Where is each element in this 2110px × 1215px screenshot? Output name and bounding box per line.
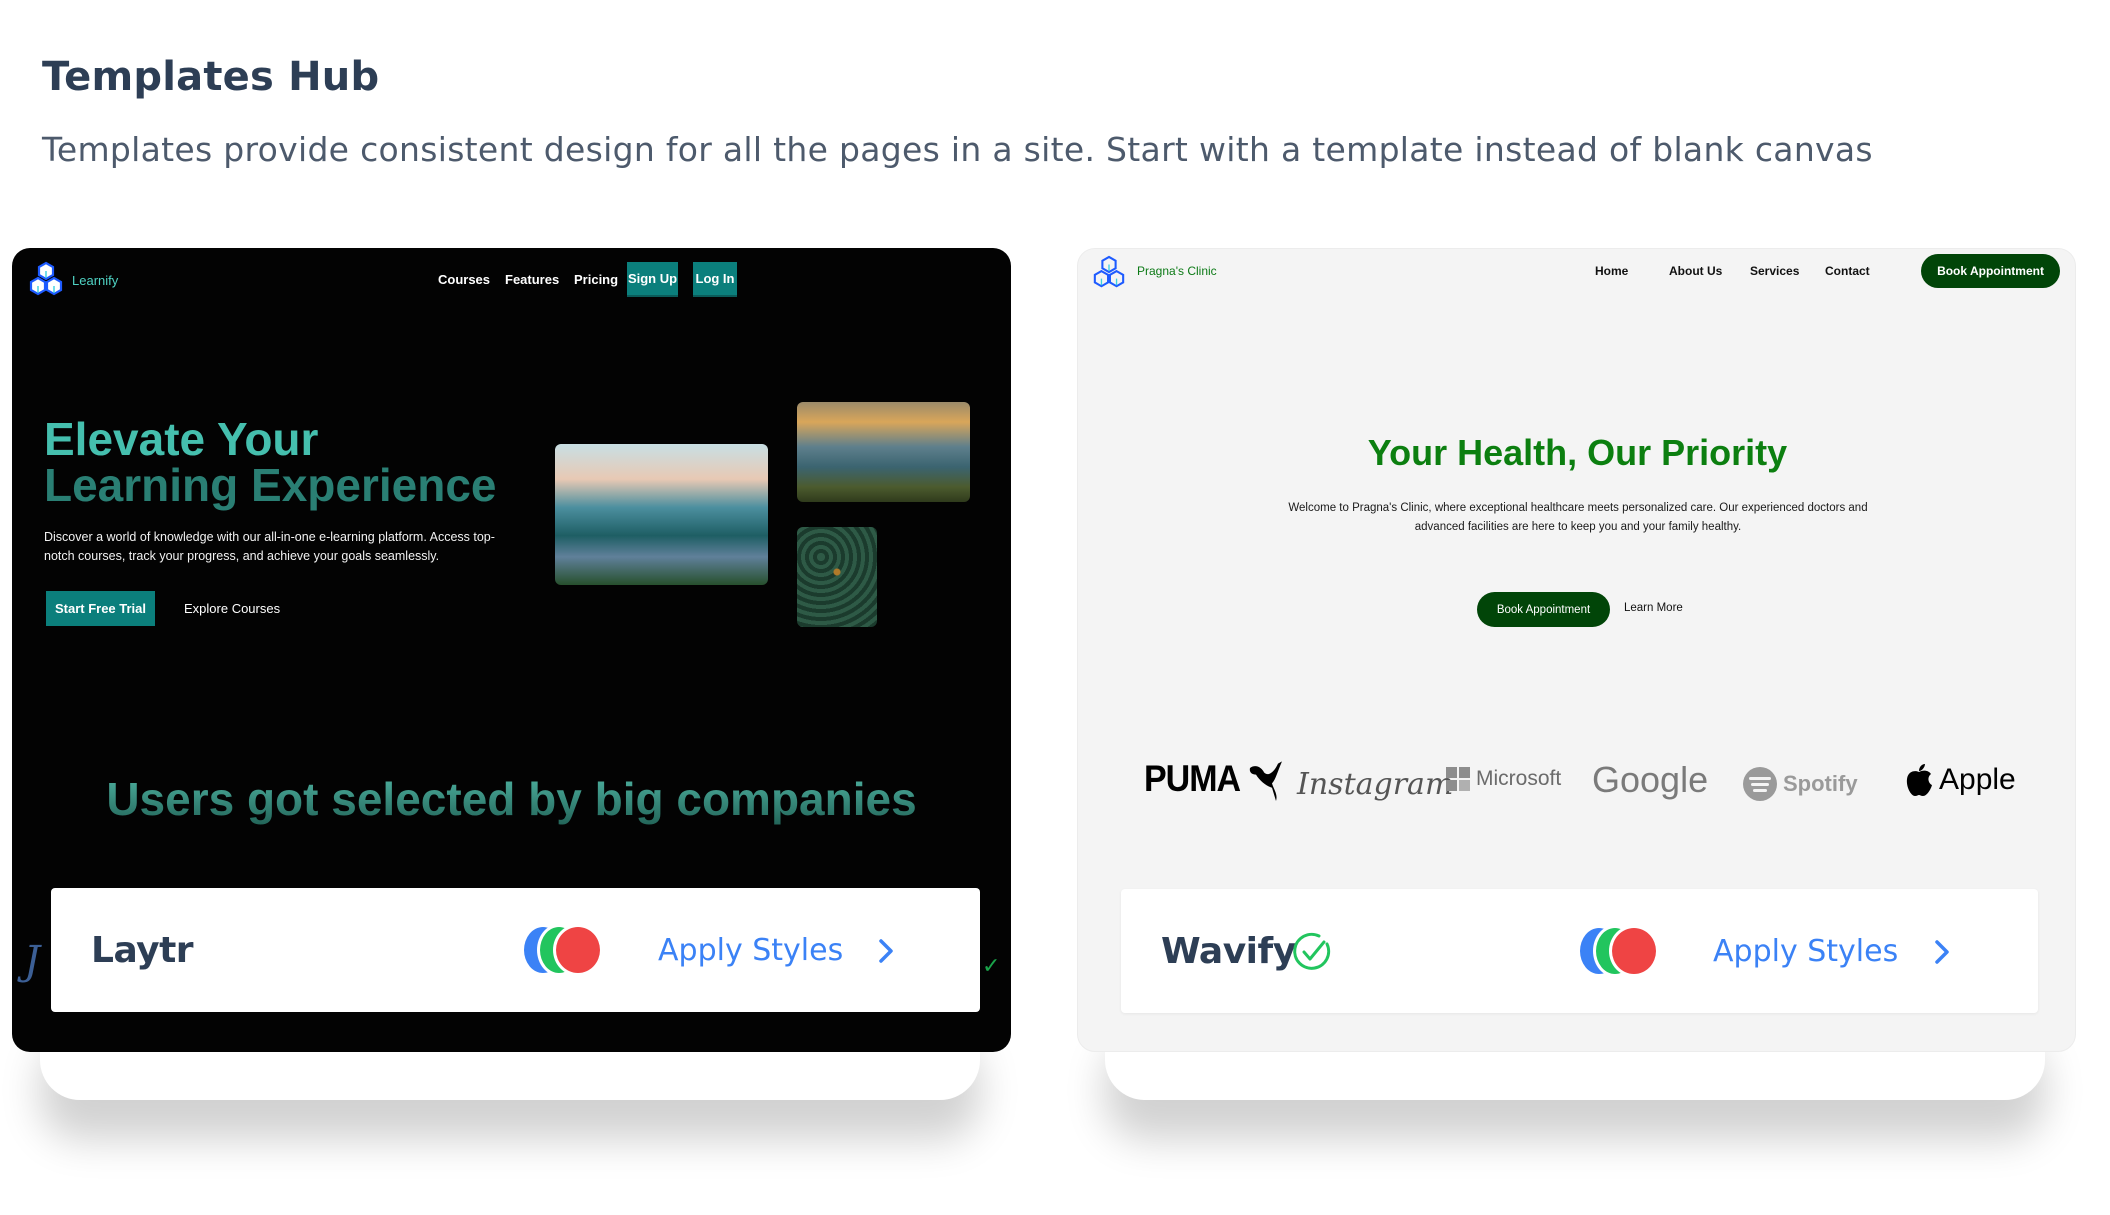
partial-logo-icon: ✓ [982,954,1001,979]
preview-nav-pricing: Pricing [574,272,619,287]
preview-hero-title: Your Health, Our Priority [1367,432,1788,473]
page-subtitle: Templates provide consistent design for … [42,130,1873,169]
spotify-logo-text: Spotify [1783,771,1858,796]
microsoft-grid-icon [1446,767,1470,791]
chevron-right-icon[interactable] [876,938,896,964]
preview-login-button: Log In [693,262,737,297]
preview-book-appointment-button: Book Appointment [1477,592,1610,627]
preview-nav-contact: Contact [1825,264,1870,278]
selected-check-icon [1293,932,1331,970]
preview-nav-services: Services [1750,264,1800,278]
apple-fruit-icon [1906,764,1932,796]
preview-brand: Pragna's Clinic [1137,264,1217,278]
preview-hero-description: Welcome to Pragna's Clinic, where except… [1288,502,1868,533]
microsoft-logo-text: Microsoft [1476,767,1562,790]
preview-image-valley [555,444,768,585]
preview-nav-home: Home [1595,264,1629,278]
puma-cat-icon [1249,761,1283,801]
palette-color-red [1609,925,1659,977]
template-name: Laytr [91,929,194,971]
preview-brand: Learnify [72,273,119,288]
puma-logo-icon: PUMA [1144,757,1286,801]
preview-companies-heading: Users got selected by big companies [12,772,1011,826]
companies-heading-text: Users got selected by big companies [106,773,917,825]
preview-learn-more-link: Learn More [1624,602,1683,614]
google-logo-icon: Google [1592,759,1709,800]
spotify-circle-icon [1743,767,1777,801]
apple-logo-icon: Apple [1905,763,2016,797]
cubes-logo-icon [1093,255,1125,288]
preview-signup-button: Sign Up [627,262,678,297]
apple-logo-text: Apple [1939,763,2016,796]
puma-logo-text: PUMA [1144,757,1241,800]
preview-book-appointment-nav-button: Book Appointment [1921,254,2060,288]
preview-image-sunset [797,402,970,502]
template-card-wavify[interactable]: Pragna's Clinic Home About Us Services C… [1077,248,2076,1052]
spotify-logo-icon: Spotify [1743,767,1858,801]
preview-nav-courses: Courses [438,272,491,287]
preview-nav-about: About Us [1669,264,1723,278]
template-name: Wavify [1161,930,1296,972]
template-info-panel: Laytr Apply Styles [51,888,980,1012]
preview-hero-description: Discover a world of knowledge with our a… [44,530,495,563]
preview-start-trial-button: Start Free Trial [46,591,155,626]
page-title: Templates Hub [42,54,380,100]
palette-icon [521,924,613,976]
instagram-logo-icon: Instagram [1297,767,1454,802]
preview-hero-title-line2: Learning Experience [44,459,497,511]
preview-nav-features: Features [505,272,560,287]
palette-color-red [553,924,603,976]
template-info-panel: Wavify Apply Styles [1121,889,2038,1013]
apply-styles-button[interactable]: Apply Styles [1713,934,1898,969]
partial-logo-icon: J [24,938,41,984]
apply-styles-button[interactable]: Apply Styles [658,933,843,968]
palette-icon [1577,925,1669,977]
template-card-laytr[interactable]: Learnify Courses Features Pricing Sign U… [12,248,1011,1052]
preview-image-forest [797,527,877,627]
microsoft-logo-icon: Microsoft [1446,767,1561,791]
cubes-logo-icon [29,261,63,296]
preview-logo-row: PUMA Instagram Microsoft Google Spotify … [1078,749,2075,819]
chevron-right-icon[interactable] [1932,939,1952,965]
preview-explore-link: Explore Courses [184,601,281,616]
preview-hero-title: Elevate Your [44,413,319,465]
